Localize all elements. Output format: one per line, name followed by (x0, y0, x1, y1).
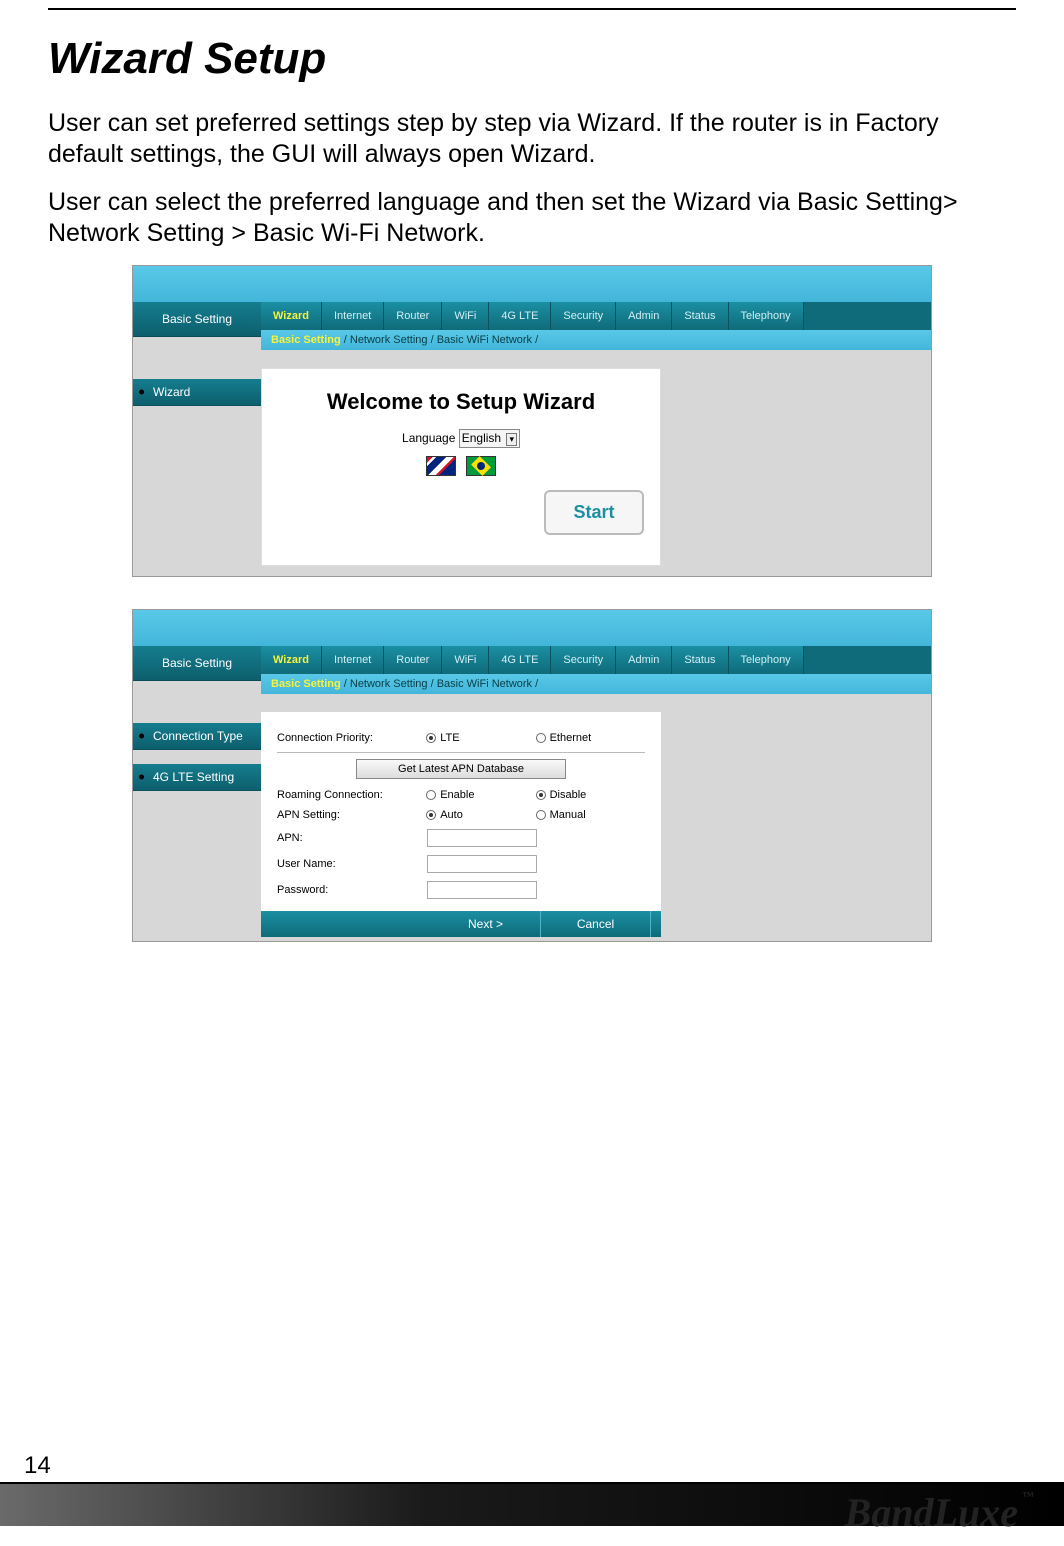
get-latest-apn-button[interactable]: Get Latest APN Database (356, 759, 566, 779)
password-input[interactable] (427, 881, 537, 899)
breadcrumb: Basic Setting / Network Setting / Basic … (261, 674, 931, 694)
label-roaming: Roaming Connection: (277, 789, 426, 801)
crumb-basic-setting[interactable]: Basic Setting (271, 678, 341, 690)
radio-lte[interactable] (426, 733, 436, 743)
radio-apn-manual[interactable] (536, 810, 546, 820)
radio-roaming-disable[interactable] (536, 790, 546, 800)
sidebar-head[interactable]: Basic Setting (133, 646, 261, 681)
tab-wifi[interactable]: WiFi (442, 302, 489, 330)
tab-router[interactable]: Router (384, 302, 442, 330)
intro-para-1: User can set preferred settings step by … (48, 108, 1016, 171)
sidebar-item-wizard[interactable]: Wizard (133, 379, 261, 406)
sidebar-item-connection-type[interactable]: Connection Type (133, 723, 261, 750)
tab-admin[interactable]: Admin (616, 646, 672, 674)
label-apn: APN: (277, 832, 427, 844)
start-button[interactable]: Start (544, 490, 644, 535)
intro-para-2: User can select the preferred language a… (48, 187, 1016, 250)
label-password: Password: (277, 884, 427, 896)
tab-security[interactable]: Security (551, 302, 616, 330)
tab-wizard[interactable]: Wizard (261, 646, 322, 674)
tab-4glte[interactable]: 4G LTE (489, 646, 551, 674)
welcome-heading: Welcome to Setup Wizard (278, 389, 644, 415)
tab-4glte[interactable]: 4G LTE (489, 302, 551, 330)
username-input[interactable] (427, 855, 537, 873)
chevron-down-icon[interactable]: ▾ (506, 433, 517, 446)
cancel-button[interactable]: Cancel (541, 911, 651, 937)
tab-status[interactable]: Status (672, 646, 728, 674)
language-select[interactable]: English ▾ (459, 429, 520, 448)
label-connection-priority: Connection Priority: (277, 732, 426, 744)
tab-status[interactable]: Status (672, 302, 728, 330)
screenshot-connection-type: Basic Setting Connection Type 4G LTE Set… (132, 609, 932, 942)
radio-roaming-enable[interactable] (426, 790, 436, 800)
flag-brazil-icon[interactable] (466, 456, 496, 476)
crumb-network-setting[interactable]: Network Setting (350, 678, 428, 690)
tab-telephony[interactable]: Telephony (729, 302, 804, 330)
crumb-basic-wifi[interactable]: Basic WiFi Network (437, 678, 532, 690)
tab-wizard[interactable]: Wizard (261, 302, 322, 330)
flag-uk-icon[interactable] (426, 456, 456, 476)
crumb-basic-wifi[interactable]: Basic WiFi Network (437, 334, 532, 346)
tab-internet[interactable]: Internet (322, 646, 384, 674)
tab-security[interactable]: Security (551, 646, 616, 674)
label-username: User Name: (277, 858, 427, 870)
crumb-basic-setting[interactable]: Basic Setting (271, 334, 341, 346)
apn-input[interactable] (427, 829, 537, 847)
screenshot-wizard-welcome: Basic Setting Wizard Wizard Internet Rou… (132, 265, 932, 577)
label-apn-setting: APN Setting: (277, 809, 426, 821)
brand-logo: BandLuxe™ (845, 1489, 1034, 1536)
radio-ethernet[interactable] (536, 733, 546, 743)
tab-router[interactable]: Router (384, 646, 442, 674)
crumb-network-setting[interactable]: Network Setting (350, 334, 428, 346)
page-title: Wizard Setup (48, 34, 1016, 84)
language-label: Language (402, 431, 455, 445)
tab-admin[interactable]: Admin (616, 302, 672, 330)
page-number: 14 (24, 1452, 51, 1480)
tab-internet[interactable]: Internet (322, 302, 384, 330)
breadcrumb: Basic Setting / Network Setting / Basic … (261, 330, 931, 350)
sidebar-head[interactable]: Basic Setting (133, 302, 261, 337)
tab-wifi[interactable]: WiFi (442, 646, 489, 674)
sidebar-item-4glte-setting[interactable]: 4G LTE Setting (133, 764, 261, 791)
radio-apn-auto[interactable] (426, 810, 436, 820)
next-button[interactable]: Next > (431, 911, 541, 937)
tab-telephony[interactable]: Telephony (729, 646, 804, 674)
